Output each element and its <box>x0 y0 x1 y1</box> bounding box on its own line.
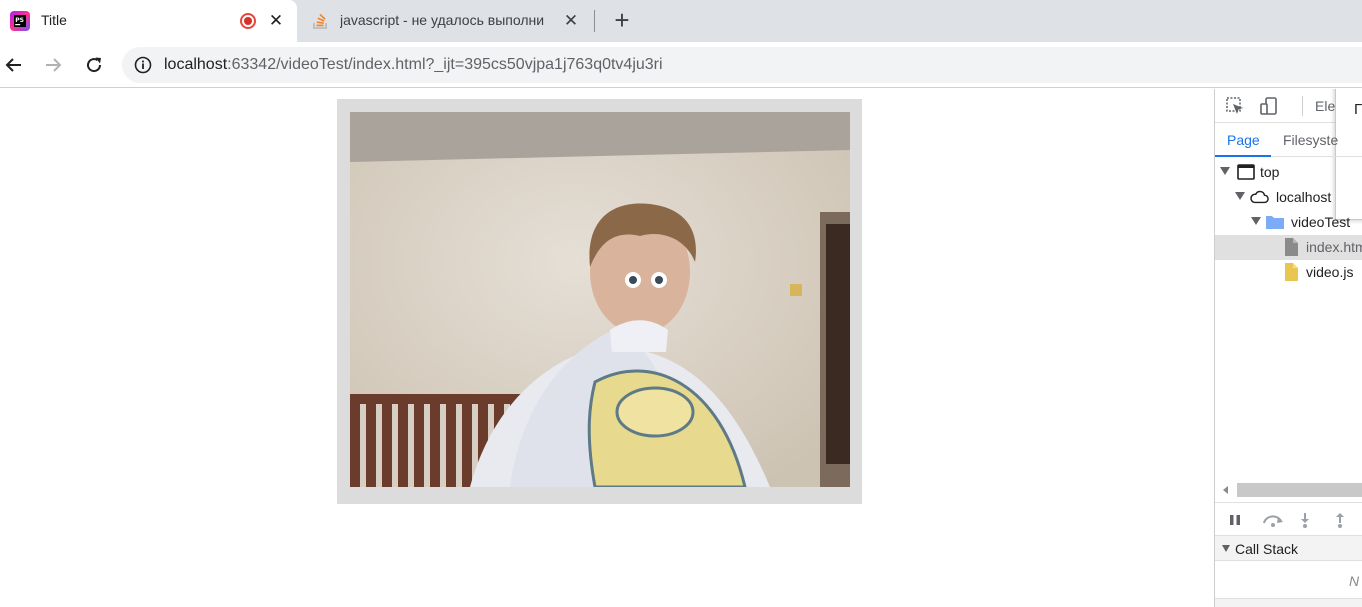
stackoverflow-icon <box>313 13 327 29</box>
devtools-panel: Ele Г Page Filesyste top localhost video… <box>1214 89 1362 607</box>
phpstorm-icon: PS <box>10 11 30 31</box>
horizontal-scrollbar[interactable] <box>1215 482 1362 498</box>
device-toolbar-icon[interactable] <box>1259 96 1279 116</box>
call-stack-header[interactable]: Call Stack <box>1215 536 1362 561</box>
forward-button[interactable] <box>40 52 66 78</box>
url-path: :63342/videoTest/index.html?_ijt=395cs50… <box>227 56 663 73</box>
call-stack-label: Call Stack <box>1235 541 1299 557</box>
cloud-icon <box>1250 190 1269 204</box>
webcam-frame-image <box>350 112 850 487</box>
close-tab-button[interactable]: ✕ <box>562 12 580 30</box>
toolbar-divider <box>1302 96 1303 116</box>
svg-text:PS: PS <box>15 17 24 24</box>
step-out-icon[interactable] <box>1331 511 1349 529</box>
arrow-right-icon <box>46 58 62 72</box>
arrow-left-icon <box>5 58 21 72</box>
js-file-icon <box>1285 263 1298 281</box>
url-text[interactable]: localhost:63342/videoTest/index.html?_ij… <box>164 56 663 74</box>
tree-label: video.js <box>1306 264 1354 280</box>
reload-icon <box>87 57 102 73</box>
active-subtab-indicator <box>1215 155 1271 157</box>
collapse-arrow-icon[interactable] <box>1222 545 1230 552</box>
expand-arrow-icon[interactable] <box>1235 192 1245 200</box>
page-viewport <box>0 89 1214 607</box>
subtab-page[interactable]: Page <box>1227 132 1260 148</box>
sources-subtabs: Page Filesyste <box>1215 124 1362 157</box>
tab-inactive[interactable]: javascript - не удалось выполни ✕ <box>297 0 594 42</box>
tree-item-video-js[interactable]: video.js <box>1215 260 1362 285</box>
tab-separator <box>594 10 595 32</box>
close-tab-button[interactable]: ✕ <box>267 12 285 30</box>
subtab-filesystem[interactable]: Filesyste <box>1283 132 1338 148</box>
scroll-left-icon[interactable] <box>1223 486 1228 494</box>
url-host: localhost <box>164 56 228 73</box>
tab-active[interactable]: PS Title ✕ <box>0 0 297 42</box>
tree-label: videoTest <box>1291 214 1351 230</box>
tab-title: javascript - не удалось выполни <box>340 12 545 28</box>
html-file-icon <box>1285 238 1298 256</box>
tree-item-top[interactable]: top <box>1215 160 1362 185</box>
tree-label: index.htm <box>1306 239 1362 255</box>
new-tab-button[interactable]: + <box>610 7 634 33</box>
recording-indicator-icon <box>240 13 256 29</box>
frame-icon <box>1237 164 1255 180</box>
address-bar[interactable]: localhost:63342/videoTest/index.html?_ij… <box>122 47 1362 83</box>
reload-button[interactable] <box>81 52 107 78</box>
tab-elements[interactable]: Ele <box>1315 98 1335 114</box>
tree-label: top <box>1260 164 1280 180</box>
browser-toolbar: localhost:63342/videoTest/index.html?_ij… <box>0 42 1362 88</box>
tree-label: localhost <box>1276 189 1332 205</box>
expand-arrow-icon[interactable] <box>1220 167 1230 175</box>
next-section-header[interactable] <box>1215 598 1362 607</box>
pause-icon[interactable] <box>1226 511 1244 529</box>
call-stack-empty-text: N <box>1349 573 1360 589</box>
scrollbar-thumb[interactable] <box>1237 483 1362 497</box>
tree-item-videotest[interactable]: videoTest <box>1215 210 1362 235</box>
debugger-toolbar <box>1215 502 1362 536</box>
inspect-element-icon[interactable] <box>1225 96 1245 116</box>
folder-icon <box>1266 216 1284 229</box>
step-into-icon[interactable] <box>1296 511 1314 529</box>
webcam-video[interactable] <box>350 112 850 487</box>
back-button[interactable] <box>1 52 27 78</box>
step-over-icon[interactable] <box>1260 511 1286 529</box>
video-container <box>337 99 862 504</box>
expand-arrow-icon[interactable] <box>1251 217 1261 225</box>
tree-item-localhost[interactable]: localhost <box>1215 185 1362 210</box>
tree-item-index-html[interactable]: index.htm <box>1215 235 1362 260</box>
tab-title: Title <box>41 12 67 28</box>
tab-strip: PS Title ✕ javascript - не удалось выпол… <box>0 0 1362 42</box>
info-icon[interactable] <box>134 56 152 74</box>
popup-text: Г <box>1354 101 1362 118</box>
devtools-toolbar: Ele Г <box>1215 89 1362 220</box>
